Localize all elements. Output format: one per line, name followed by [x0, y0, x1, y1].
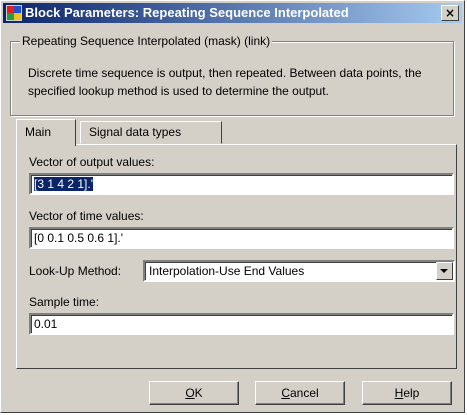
tab-signal-data-types[interactable]: Signal data types — [80, 121, 222, 144]
block-description: Discrete time sequence is output, then r… — [28, 66, 422, 98]
cancel-label-rest: ancel — [289, 386, 319, 400]
close-icon: × — [444, 6, 456, 20]
close-button[interactable]: × — [441, 5, 459, 21]
help-button[interactable]: Help — [362, 381, 452, 405]
help-label-rest: elp — [403, 386, 420, 400]
simulink-block-icon — [6, 5, 22, 21]
ok-label-rest: K — [194, 386, 203, 400]
cancel-button[interactable]: Cancel — [255, 381, 345, 405]
chevron-down-icon — [440, 269, 448, 273]
sample-time-field[interactable]: 0.01 — [29, 313, 454, 335]
output-values-label: Vector of output values: — [29, 155, 155, 169]
output-values-text: [3 1 4 2 1].' — [34, 177, 93, 191]
time-values-label: Vector of time values: — [29, 209, 144, 223]
lookup-method-value: Interpolation-Use End Values — [149, 264, 305, 278]
sample-time-label: Sample time: — [29, 295, 100, 309]
output-values-field[interactable]: [3 1 4 2 1].' — [29, 173, 454, 195]
ok-mnemonic: O — [185, 386, 195, 400]
time-values-field[interactable]: [0 0.1 0.5 0.6 1].' — [29, 227, 454, 249]
lookup-method-select[interactable]: Interpolation-Use End Values — [143, 260, 455, 282]
block-parameters-dialog: Block Parameters: Repeating Sequence Int… — [0, 0, 465, 413]
group-legend: Repeating Sequence Interpolated (mask) (… — [20, 34, 273, 48]
cancel-mnemonic: C — [281, 386, 290, 400]
lookup-method-dropdown-button[interactable] — [436, 262, 453, 280]
tab-main[interactable]: Main — [16, 119, 76, 146]
title-bar[interactable]: Block Parameters: Repeating Sequence Int… — [3, 3, 462, 23]
lookup-method-label: Look-Up Method: — [29, 264, 122, 278]
ok-button[interactable]: OK — [149, 381, 239, 405]
time-values-text: [0 0.1 0.5 0.6 1].' — [34, 231, 124, 245]
sample-time-text: 0.01 — [34, 317, 58, 331]
window-title: Block Parameters: Repeating Sequence Int… — [25, 5, 349, 20]
